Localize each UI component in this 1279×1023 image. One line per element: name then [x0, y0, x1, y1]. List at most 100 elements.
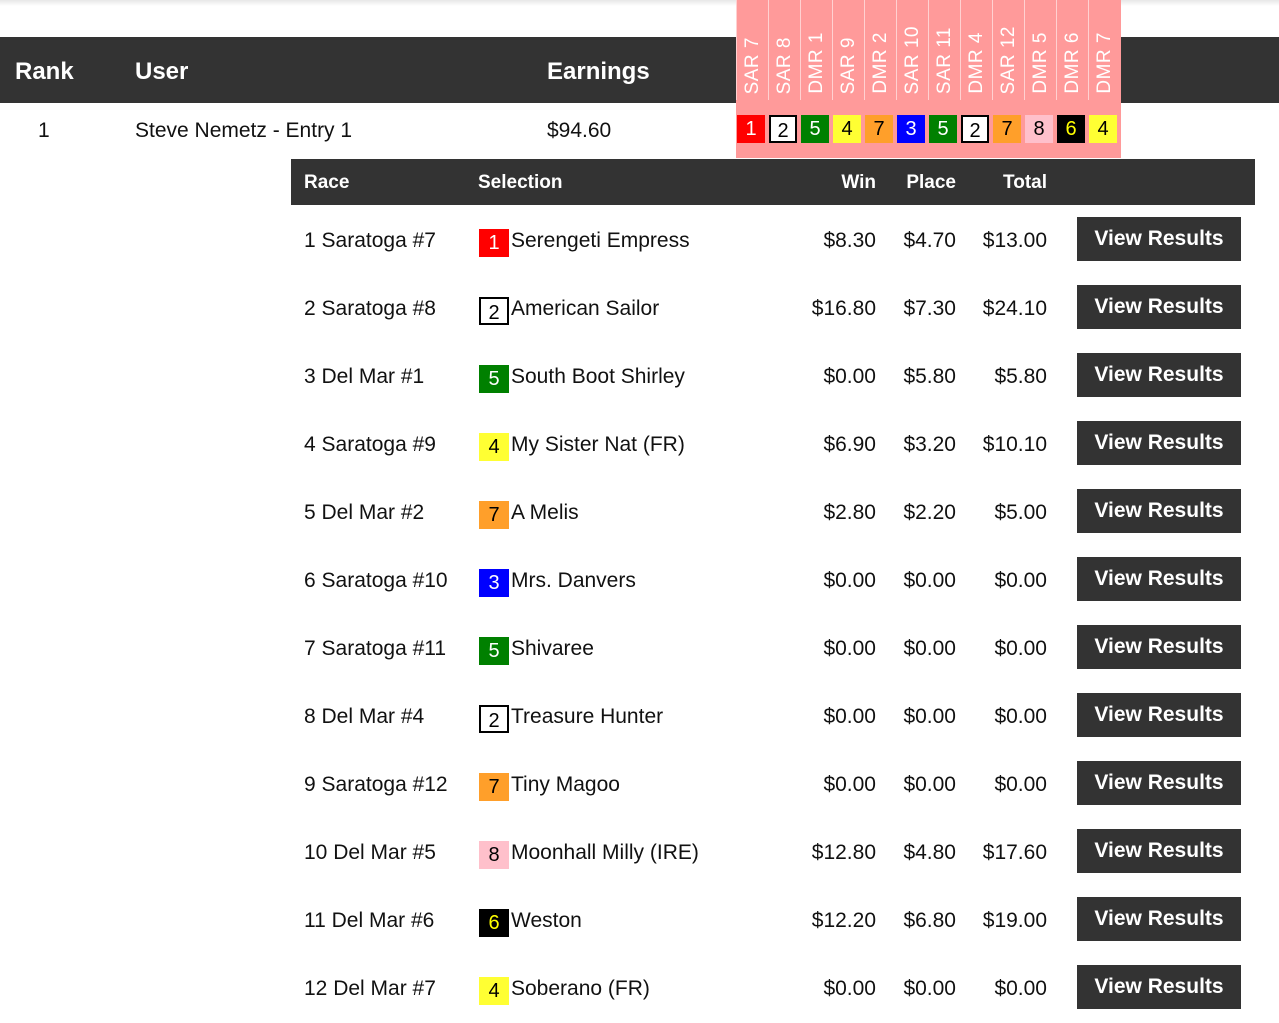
total-amount: $0.00 [994, 637, 1047, 660]
horse-name: Shivaree [511, 637, 594, 660]
pick-number-swatch: 1 [737, 115, 765, 143]
race-column-label: SAR 8 [773, 36, 795, 94]
view-results-button[interactable]: View Results [1077, 761, 1241, 805]
total-amount: $19.00 [982, 909, 1047, 932]
horse-number-badge: 7 [479, 773, 509, 801]
place-col-header: Place [906, 172, 956, 193]
race-column-label: DMR 5 [1029, 32, 1051, 94]
race-column-label: SAR 9 [837, 36, 859, 94]
race-name: 8 Del Mar #4 [304, 705, 425, 728]
race-column-label: SAR 7 [741, 36, 763, 94]
view-results-button[interactable]: View Results [1077, 693, 1241, 737]
total-col-header: Total [1003, 172, 1047, 193]
total-amount: $0.00 [994, 705, 1047, 728]
race-name: 9 Saratoga #12 [304, 773, 448, 796]
race-column-header[interactable]: DMR 4 [960, 0, 992, 100]
race-name: 5 Del Mar #2 [304, 501, 425, 524]
view-results-button[interactable]: View Results [1077, 421, 1241, 465]
race-name: 11 Del Mar #6 [304, 909, 435, 932]
race-name: 6 Saratoga #10 [304, 569, 448, 592]
view-results-button[interactable]: View Results [1077, 965, 1241, 1009]
pick-number-swatch: 4 [1089, 115, 1117, 143]
pick-row: 3 Del Mar #1 5 South Boot Shirley $0.00 $5.8… [0, 343, 1279, 411]
horse-number-badge: 3 [479, 569, 509, 597]
user-header[interactable]: User [135, 58, 188, 86]
race-column-header[interactable]: DMR 6 [1056, 0, 1088, 100]
race-name: 2 Saratoga #8 [304, 297, 436, 320]
view-results-button[interactable]: View Results [1077, 489, 1241, 533]
horse-name: Tiny Magoo [511, 773, 620, 796]
pick-row: 10 Del Mar #5 8 Moonhall Milly (IRE) $12.80… [0, 819, 1279, 887]
view-results-button[interactable]: View Results [1077, 285, 1241, 329]
pick-row: 4 Saratoga #9 4 My Sister Nat (FR) $6.90 $3.… [0, 411, 1279, 479]
pick-number-swatch: 7 [865, 115, 893, 143]
horse-name: American Sailor [511, 297, 660, 320]
horse-number-badge: 1 [479, 229, 509, 257]
race-column-header[interactable]: SAR 7 [736, 0, 768, 100]
race-column-label: DMR 1 [805, 32, 827, 94]
race-col-header: Race [304, 172, 350, 193]
race-column-header[interactable]: SAR 10 [896, 0, 928, 100]
horse-name: A Melis [511, 501, 579, 524]
pick-row: 11 Del Mar #6 6 Weston $12.20 $6.80 $19.00 Vie… [0, 887, 1279, 955]
pick-row: 8 Del Mar #4 2 Treasure Hunter $0.00 $0.00 $0… [0, 683, 1279, 751]
pick-number-swatch: 6 [1057, 115, 1085, 143]
horse-number-badge: 6 [479, 909, 509, 937]
race-column-label: SAR 11 [933, 26, 955, 94]
race-column-label: DMR 6 [1061, 32, 1083, 94]
race-name: 10 Del Mar #5 [304, 841, 436, 864]
race-column-header[interactable]: DMR 5 [1024, 0, 1056, 100]
race-name: 1 Saratoga #7 [304, 229, 436, 252]
race-column-header[interactable]: DMR 7 [1088, 0, 1120, 100]
earnings-header[interactable]: Earnings [547, 58, 650, 86]
view-results-button[interactable]: View Results [1077, 353, 1241, 397]
horse-number-badge: 5 [479, 637, 509, 665]
race-column-header[interactable]: DMR 2 [864, 0, 896, 100]
pick-number-swatch: 2 [769, 115, 797, 143]
race-column-header[interactable]: SAR 9 [832, 0, 864, 100]
total-amount: $0.00 [994, 977, 1047, 1000]
race-column-label: SAR 10 [901, 25, 923, 94]
horse-number-badge: 8 [479, 841, 509, 869]
total-amount: $0.00 [994, 773, 1047, 796]
total-amount: $17.60 [982, 841, 1047, 864]
horse-number-badge: 4 [479, 433, 509, 461]
pick-row: 7 Saratoga #11 5 Shivaree $0.00 $0.00 $0.00 Vi… [0, 615, 1279, 683]
pick-number-swatch: 7 [993, 115, 1021, 143]
entry-user: Steve Nemetz - Entry 1 [135, 119, 353, 142]
race-column-header[interactable]: SAR 12 [992, 0, 1024, 100]
race-column-header[interactable]: DMR 1 [800, 0, 832, 100]
view-results-button[interactable]: View Results [1077, 829, 1241, 873]
entry-rank: 1 [38, 119, 50, 142]
horse-name: My Sister Nat (FR) [511, 433, 685, 456]
total-amount: $24.10 [982, 297, 1047, 320]
race-name: 7 Saratoga #11 [304, 637, 447, 660]
horse-name: Serengeti Empress [511, 229, 690, 252]
horse-name: South Boot Shirley [511, 365, 685, 388]
total-amount: $5.80 [994, 365, 1047, 388]
race-column-header[interactable]: SAR 8 [768, 0, 800, 100]
total-amount: $13.00 [982, 229, 1047, 252]
view-results-button[interactable]: View Results [1077, 897, 1241, 941]
pick-number-swatch: 2 [961, 115, 989, 143]
pick-number-swatch: 3 [897, 115, 925, 143]
horse-number-badge: 5 [479, 365, 509, 393]
pick-number-swatch: 8 [1025, 115, 1053, 143]
horse-name: Weston [511, 909, 582, 932]
rank-header[interactable]: Rank [15, 58, 74, 86]
horse-name: Moonhall Milly (IRE) [511, 841, 699, 864]
race-column-label: DMR 7 [1093, 32, 1115, 94]
view-results-button[interactable]: View Results [1077, 625, 1241, 669]
pick-number-swatch: 5 [929, 115, 957, 143]
view-results-button[interactable]: View Results [1077, 557, 1241, 601]
horse-number-badge: 2 [479, 297, 509, 325]
race-column-header[interactable]: SAR 11 [928, 0, 960, 100]
race-name: 12 Del Mar #7 [304, 977, 436, 1000]
horse-number-badge: 4 [479, 977, 509, 1005]
pick-row: 6 Saratoga #10 3 Mrs. Danvers $0.00 $0.00 $0.… [0, 547, 1279, 615]
pick-row: 12 Del Mar #7 4 Soberano (FR) $0.00 $0.00 $0.… [0, 955, 1279, 1023]
horse-name: Treasure Hunter [511, 705, 664, 728]
view-results-button[interactable]: View Results [1077, 217, 1241, 261]
pick-row: 1 Saratoga #7 1 Serengeti Empress $8.30 $4.7… [0, 207, 1279, 275]
pick-row: 2 Saratoga #8 2 American Sailor $16.80 $7.30… [0, 275, 1279, 343]
